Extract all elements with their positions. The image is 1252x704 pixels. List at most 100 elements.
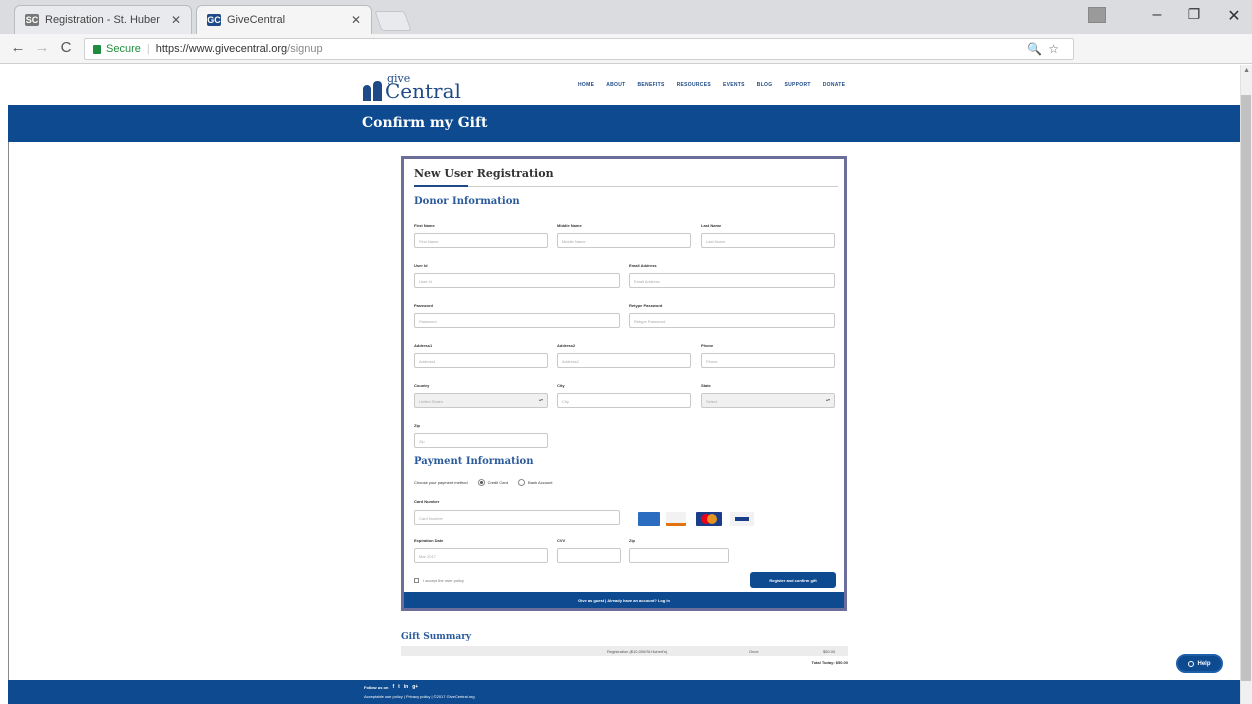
payment-section-title: Payment Information — [414, 456, 534, 467]
terms-checkbox[interactable] — [414, 578, 419, 583]
nav-events[interactable]: EVENTS — [723, 82, 745, 88]
tab-close-icon[interactable]: ✕ — [171, 13, 181, 27]
tab-close-icon[interactable]: ✕ — [351, 13, 361, 27]
last-name-label: Last Name — [701, 223, 722, 228]
nav-resources[interactable]: RESOURCES — [677, 82, 711, 88]
logo-text: give Central — [385, 72, 461, 103]
browser-tab-bar: SC Registration - St. Huber ✕ GC GiveCen… — [0, 0, 1252, 34]
first-name-input[interactable]: First Name — [414, 233, 548, 248]
card-number-input[interactable]: Card Number — [414, 510, 620, 525]
payment-method-label: Choose your payment method — [414, 480, 468, 485]
browser-tab-registration[interactable]: SC Registration - St. Huber ✕ — [14, 5, 192, 34]
nav-blog[interactable]: BLOG — [757, 82, 773, 88]
address2-label: Address2 — [557, 343, 576, 348]
gift-total: Total Today: $50.00 — [811, 660, 848, 665]
help-icon — [1188, 660, 1195, 667]
url-host: https://www.givecentral.org — [155, 43, 288, 55]
city-label: City — [557, 383, 565, 388]
profile-icon[interactable] — [1088, 7, 1106, 23]
minimize-icon[interactable]: – — [1143, 6, 1171, 24]
linkedin-icon[interactable]: in — [404, 684, 408, 690]
bank-account-label: Bank Account — [528, 480, 553, 485]
registration-heading: New User Registration — [414, 167, 554, 180]
card-footer-links[interactable]: Give as guest | Already have an account?… — [404, 592, 844, 608]
givecentral-logo[interactable]: give Central — [363, 73, 461, 101]
google-plus-icon[interactable]: g+ — [412, 684, 418, 690]
email-label: Email Address — [629, 263, 657, 268]
tab-label: Registration - St. Huber — [45, 14, 160, 26]
nav-home[interactable]: HOME — [578, 82, 594, 88]
secure-label: Secure — [106, 43, 141, 55]
facebook-icon[interactable]: f — [392, 684, 394, 690]
card-number-label: Card Number — [414, 499, 440, 504]
credit-card-radio[interactable] — [477, 479, 485, 486]
retype-password-input[interactable]: Retype Password — [629, 313, 835, 328]
zoom-and-bookmark-icons[interactable]: 🔍☆ — [1027, 42, 1065, 56]
first-name-label: First Name — [414, 223, 435, 228]
payment-zip-input[interactable] — [629, 548, 729, 563]
mastercard-card-icon — [696, 512, 722, 526]
password-input[interactable]: Password — [414, 313, 620, 328]
cvv-input[interactable] — [557, 548, 621, 563]
gift-summary-title: Gift Summary — [401, 632, 472, 642]
reload-icon[interactable]: C — [56, 39, 76, 56]
help-button[interactable]: Help — [1176, 654, 1223, 673]
scroll-up-icon[interactable]: ▲ — [1243, 67, 1250, 74]
nav-support[interactable]: SUPPORT — [784, 82, 810, 88]
new-tab-button[interactable] — [374, 11, 412, 31]
password-label: Password — [414, 303, 433, 308]
gift-amount: $50.00 — [823, 649, 836, 654]
page-scrollbar[interactable]: ▲ — [1240, 65, 1252, 704]
close-window-icon[interactable]: ✕ — [1220, 6, 1248, 26]
credit-card-label: Credit Card — [487, 480, 509, 485]
cvv-label: CVV — [557, 538, 566, 543]
middle-name-input[interactable]: Middle Name — [557, 233, 691, 248]
payment-method-row: Choose your payment method Credit Card B… — [414, 479, 553, 486]
page-title-bar: Confirm my Gift — [8, 105, 1240, 142]
twitter-icon[interactable]: t — [398, 684, 400, 690]
user-id-label: User Id — [414, 263, 428, 268]
address1-label: Address1 — [414, 343, 433, 348]
forward-arrow-icon[interactable]: → — [32, 39, 52, 56]
zip-input[interactable]: Zip — [414, 433, 548, 448]
back-arrow-icon[interactable]: ← — [8, 39, 28, 56]
terms-row: I accept the user policy — [414, 578, 464, 583]
gift-description: Registration ($10,000/St.Hubert's) — [607, 649, 668, 654]
page-title: Confirm my Gift — [362, 115, 488, 131]
donor-section-title: Donor Information — [414, 196, 520, 207]
nav-donate[interactable]: DONATE — [823, 82, 846, 88]
nav-benefits[interactable]: BENEFITS — [637, 82, 664, 88]
phone-label: Phone — [701, 343, 714, 348]
url-path: /signup — [287, 43, 323, 55]
logo-mark-icon — [363, 79, 383, 101]
address2-input[interactable]: Address2 — [557, 353, 691, 368]
email-input[interactable]: Email Address — [629, 273, 835, 288]
scrollbar-thumb[interactable] — [1241, 95, 1251, 681]
browser-toolbar: ← → C Secure | https://www.givecentral.o… — [0, 34, 1252, 89]
registration-card: New User Registration Donor Information … — [401, 156, 847, 611]
city-input[interactable]: City — [557, 393, 691, 408]
footer-links[interactable]: Acceptable use policy | Privacy policy |… — [364, 694, 475, 699]
amex-card-icon — [638, 512, 660, 526]
address-separator: | — [146, 43, 150, 55]
visa-card-icon — [730, 512, 754, 526]
state-select[interactable]: Select — [701, 393, 835, 408]
phone-input[interactable]: Phone — [701, 353, 835, 368]
nav-about[interactable]: ABOUT — [606, 82, 625, 88]
user-id-input[interactable]: User Id — [414, 273, 620, 288]
country-select[interactable]: United States — [414, 393, 548, 408]
page-viewport: give Central HOME ABOUT BENEFITS RESOURC… — [0, 65, 1252, 704]
restore-icon[interactable]: ❐ — [1180, 6, 1208, 23]
register-confirm-button[interactable]: Register and confirm gift — [750, 572, 836, 588]
browser-tab-givecentral[interactable]: GC GiveCentral ✕ — [196, 5, 372, 34]
zip-label: Zip — [414, 423, 420, 428]
address-bar[interactable]: Secure | https://www.givecentral.org /si… — [84, 38, 1074, 60]
bank-account-radio[interactable] — [518, 479, 526, 486]
heading-rule — [414, 186, 838, 187]
discover-card-icon — [666, 512, 686, 526]
left-border — [8, 65, 9, 704]
tab-label: GiveCentral — [227, 14, 286, 26]
address1-input[interactable]: Address1 — [414, 353, 548, 368]
expiration-input[interactable]: Mar 2017 — [414, 548, 548, 563]
last-name-input[interactable]: Last Name — [701, 233, 835, 248]
